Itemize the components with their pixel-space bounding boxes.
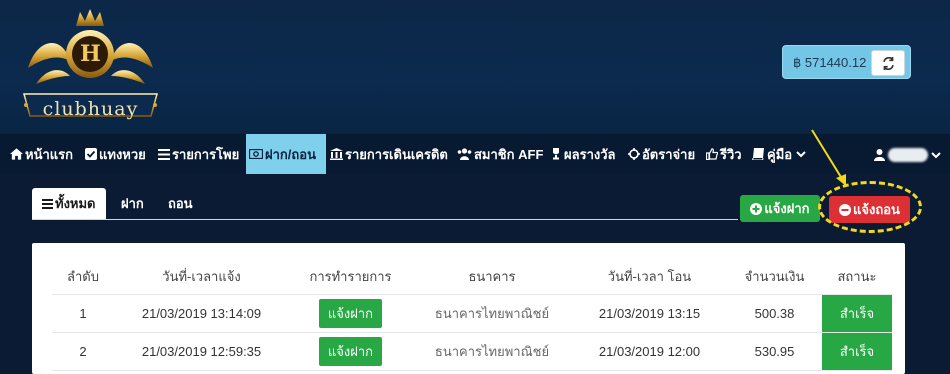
cell-type: แจ้งฝาก [289, 332, 412, 371]
cell-transfer-time: 21/03/2019 12:00 [572, 332, 727, 371]
tab-deposit[interactable]: ฝาก [121, 188, 144, 219]
cell-amount: 530.95 [727, 332, 822, 371]
cell-reported-time: 21/03/2019 12:59:35 [114, 332, 289, 371]
nav-item-reviews[interactable]: รีวิว [706, 134, 742, 174]
checkbox-icon [85, 148, 97, 160]
bank-icon [330, 148, 343, 160]
table-header-row: ลำดับ วันที่-เวลาแจ้ง การทำรายการ ธนาคาร… [52, 259, 892, 295]
status-badge: สำเร็จ [822, 294, 892, 333]
nav-item-bet[interactable]: แทงหวย [85, 134, 146, 174]
nav-item-payout-rates[interactable]: อัตราจ่าย [628, 134, 695, 174]
type-badge[interactable]: แจ้งฝาก [318, 336, 383, 366]
book-icon [752, 148, 764, 160]
col-amount: จำนวนเงิน [727, 259, 822, 295]
notify-deposit-button[interactable]: แจ้งฝาก [740, 195, 820, 222]
refresh-credit-button[interactable] [871, 50, 905, 76]
cell-no: 1 [52, 294, 114, 333]
trophy-icon [553, 148, 559, 160]
cell-bank: ธนาคารไทยพาณิชย์ [412, 294, 572, 333]
annotation-highlight [818, 181, 922, 233]
list-icon [42, 198, 53, 209]
tabs-divider [32, 219, 738, 220]
nav-item-results[interactable]: ผลรางวัล [550, 134, 615, 174]
col-no: ลำดับ [52, 259, 114, 295]
cell-no: 2 [52, 332, 114, 371]
cell-transfer-time: 21/03/2019 13:15 [572, 294, 727, 333]
site-header: H clubhuay ฿ 571440.12 [0, 0, 950, 134]
thumbs-up-icon [706, 148, 718, 160]
table-row: 1 21/03/2019 13:14:09 แจ้งฝาก ธนาคารไทยพ… [52, 294, 892, 333]
user-menu[interactable] [874, 148, 941, 162]
users-icon [457, 148, 472, 160]
nav-item-deposit-withdraw[interactable]: ฝาก/ถอน [246, 134, 326, 174]
brand-name: clubhuay [42, 98, 139, 120]
col-status: สถานะ [822, 259, 892, 295]
user-icon [874, 149, 885, 161]
chevron-down-icon [931, 151, 941, 158]
cell-bank: ธนาคารไทยพาณิชย์ [412, 332, 572, 371]
cell-amount: 500.38 [727, 294, 822, 333]
money-icon [249, 149, 263, 159]
transaction-tabs: ทั้งหมด ฝาก ถอน [32, 188, 738, 220]
logo-monogram: H [80, 41, 101, 67]
tab-withdraw[interactable]: ถอน [168, 188, 193, 219]
col-type: การทำรายการ [289, 259, 412, 295]
tab-all[interactable]: ทั้งหมด [32, 188, 106, 219]
transactions-panel: ลำดับ วันที่-เวลาแจ้ง การทำรายการ ธนาคาร… [32, 243, 905, 374]
col-bank: ธนาคาร [412, 259, 572, 295]
cell-type: แจ้งฝาก [289, 294, 412, 333]
col-reported-time: วันที่-เวลาแจ้ง [114, 259, 289, 295]
credit-balance: ฿ 571440.12 [782, 45, 911, 79]
type-badge[interactable]: แจ้งฝาก [318, 298, 383, 328]
list-icon [158, 148, 170, 160]
brand-logo[interactable]: H clubhuay [18, 6, 163, 128]
nav-item-tickets[interactable]: รายการโพย [158, 134, 239, 174]
plus-circle-icon [750, 202, 763, 215]
status-badge: สำเร็จ [822, 332, 892, 371]
table-row: 2 21/03/2019 12:59:35 แจ้งฝาก ธนาคารไทยพ… [52, 332, 892, 371]
crosshair-icon [628, 148, 640, 160]
col-transfer-time: วันที่-เวลา โอน [572, 259, 727, 295]
nav-item-home[interactable]: หน้าแรก [10, 134, 73, 174]
cell-reported-time: 21/03/2019 13:14:09 [114, 294, 289, 333]
nav-item-credit-history[interactable]: รายการเดินเครดิต [330, 134, 448, 174]
credit-value: ฿ 571440.12 [793, 55, 867, 70]
home-icon [10, 148, 23, 160]
refresh-icon [882, 56, 894, 70]
transactions-table: ลำดับ วันที่-เวลาแจ้ง การทำรายการ ธนาคาร… [52, 259, 892, 371]
nav-item-aff-members[interactable]: สมาชิก AFF [457, 134, 543, 174]
username-redacted [888, 148, 928, 162]
